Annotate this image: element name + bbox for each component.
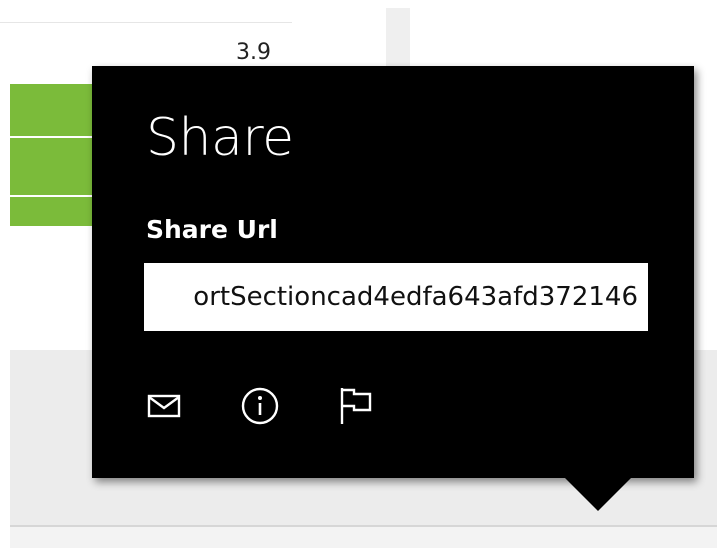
- share-flyout: Share Share Url: [92, 66, 694, 478]
- chart-bar[interactable]: [10, 138, 100, 195]
- divider: [0, 22, 292, 23]
- share-url-label: Share Url: [146, 215, 278, 244]
- flyout-pointer: [565, 478, 631, 511]
- report-flag-button[interactable]: [334, 384, 378, 428]
- flag-icon: [338, 386, 374, 426]
- info-button[interactable]: [238, 384, 282, 428]
- data-value-label: 3.9: [236, 40, 271, 65]
- report-canvas: 3.9 Share Share Url: [0, 0, 717, 548]
- chart-bar[interactable]: [10, 197, 100, 226]
- email-button[interactable]: [142, 384, 186, 428]
- chart-bar[interactable]: [10, 84, 100, 136]
- share-url-input[interactable]: [144, 263, 648, 331]
- info-icon: [240, 386, 280, 426]
- footer-strip: [10, 527, 717, 548]
- mail-icon: [147, 393, 181, 419]
- flyout-title: Share: [146, 108, 294, 168]
